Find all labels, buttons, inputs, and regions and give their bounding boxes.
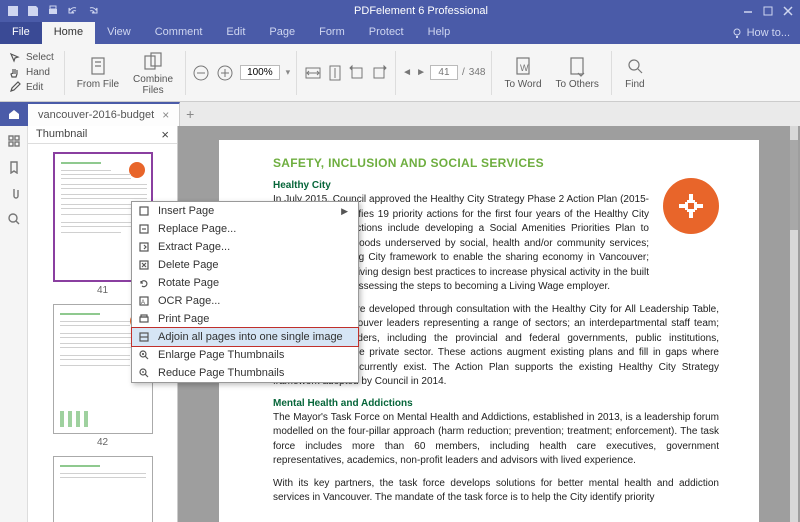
find-button[interactable]: Find — [618, 53, 652, 92]
close-panel-icon[interactable]: × — [161, 127, 169, 142]
ctx-extract-page[interactable]: Extract Page... — [132, 238, 358, 256]
rotate-left-icon[interactable] — [347, 63, 367, 83]
doc-heading-2: Mental Health and Addictions — [273, 398, 719, 409]
zoom-out-icon[interactable] — [192, 64, 210, 82]
tab-strip: vancouver-2016-budget× + — [0, 102, 800, 126]
app-icon — [6, 4, 20, 18]
ctx-delete-page[interactable]: Delete Page — [132, 256, 358, 274]
menu-home[interactable]: Home — [42, 22, 95, 44]
maximize-icon[interactable] — [762, 5, 774, 17]
svg-text:W: W — [520, 63, 529, 73]
from-file-button[interactable]: From File — [71, 53, 125, 92]
redo-icon[interactable] — [86, 4, 100, 18]
menu-file[interactable]: File — [0, 22, 42, 44]
close-tab-icon[interactable]: × — [162, 108, 169, 122]
bookmarks-icon[interactable] — [7, 160, 21, 174]
add-tab-button[interactable]: + — [180, 102, 200, 126]
ctx-adjoin-pages[interactable]: Adjoin all pages into one single image — [132, 328, 358, 346]
app-title: PDFelement 6 Professional — [106, 5, 736, 17]
thumbnail-title: Thumbnail — [36, 128, 87, 140]
scrollbar-thumb[interactable] — [790, 140, 798, 230]
combine-button[interactable]: Combine Files — [127, 48, 179, 98]
search-pane-icon[interactable] — [7, 212, 21, 226]
quick-access — [0, 4, 106, 18]
page-total: 348 — [469, 67, 486, 78]
thumbnails-icon[interactable] — [7, 134, 21, 148]
menu-protect[interactable]: Protect — [357, 22, 416, 44]
ctx-replace-page[interactable]: Replace Page... — [132, 220, 358, 238]
zoom-level[interactable]: 100% — [240, 65, 280, 80]
to-word-button[interactable]: WTo Word — [498, 53, 547, 92]
ctx-enlarge-thumbs[interactable]: Enlarge Page Thumbnails — [132, 346, 358, 364]
zoom-in-icon[interactable] — [216, 64, 234, 82]
prev-page-icon[interactable]: ◄ — [402, 67, 412, 78]
doc-heading-1: Healthy City — [273, 180, 719, 191]
next-page-icon[interactable]: ► — [416, 67, 426, 78]
ctx-rotate-page[interactable]: Rotate Page — [132, 274, 358, 292]
lightbulb-icon — [731, 27, 743, 39]
menu-page[interactable]: Page — [257, 22, 307, 44]
doc-heading-main: SAFETY, INCLUSION AND SOCIAL SERVICES — [273, 156, 719, 170]
doc-paragraph: With its key partners, the task force de… — [273, 477, 719, 506]
menu-howto[interactable]: How to... — [721, 22, 800, 44]
edit-tool[interactable]: Edit — [8, 81, 43, 95]
menu-view[interactable]: View — [95, 22, 143, 44]
home-tab-button[interactable] — [0, 102, 28, 126]
title-bar: PDFelement 6 Professional — [0, 0, 800, 22]
undo-icon[interactable] — [66, 4, 80, 18]
menu-bar: File Home View Comment Edit Page Form Pr… — [0, 22, 800, 44]
rotate-right-icon[interactable] — [369, 63, 389, 83]
ctx-reduce-thumbs[interactable]: Reduce Page Thumbnails — [132, 364, 358, 382]
ctx-ocr-page[interactable]: AOCR Page... — [132, 292, 358, 310]
select-tool[interactable]: Select — [8, 51, 54, 65]
menu-comment[interactable]: Comment — [143, 22, 215, 44]
ribbon: Select Hand Edit From File Combine Files… — [0, 44, 800, 102]
ctx-insert-page[interactable]: Insert Page▶ — [132, 202, 358, 220]
close-icon[interactable] — [782, 5, 794, 17]
doc-paragraph: The Mayor's Task Force on Mental Health … — [273, 411, 719, 469]
minimize-icon[interactable] — [742, 5, 754, 17]
menu-help[interactable]: Help — [416, 22, 463, 44]
save-icon[interactable] — [26, 4, 40, 18]
hands-icon — [663, 178, 719, 234]
thumb-num: 42 — [53, 434, 153, 448]
menu-form[interactable]: Form — [307, 22, 357, 44]
print-icon[interactable] — [46, 4, 60, 18]
window-controls — [736, 5, 800, 17]
context-menu: Insert Page▶ Replace Page... Extract Pag… — [131, 201, 359, 383]
hand-tool[interactable]: Hand — [8, 66, 50, 80]
menu-edit[interactable]: Edit — [214, 22, 257, 44]
page-current[interactable]: 41 — [430, 65, 458, 80]
attachments-icon[interactable] — [7, 186, 21, 200]
fit-width-icon[interactable] — [303, 63, 323, 83]
svg-text:A: A — [141, 300, 145, 306]
ctx-print-page[interactable]: Print Page — [132, 310, 358, 328]
fit-page-icon[interactable] — [325, 63, 345, 83]
thumbnail-43[interactable] — [53, 456, 153, 522]
to-others-button[interactable]: To Others — [550, 53, 605, 92]
document-tab[interactable]: vancouver-2016-budget× — [28, 102, 180, 126]
side-strip — [0, 126, 28, 522]
